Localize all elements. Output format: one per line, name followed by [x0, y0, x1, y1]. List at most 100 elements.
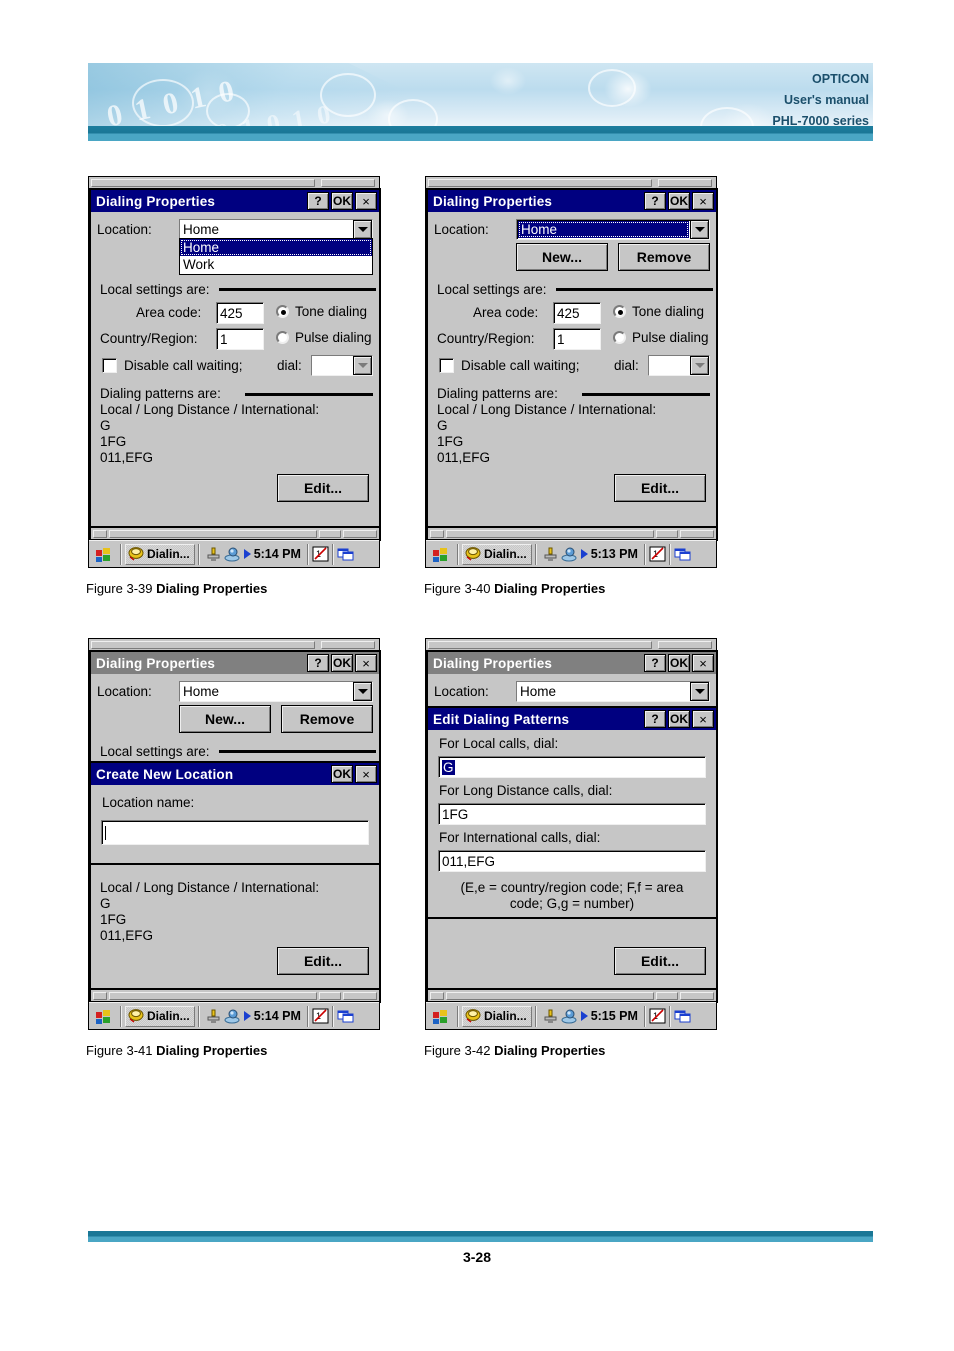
- desktop-windows-icon[interactable]: [337, 1008, 355, 1024]
- pattern-long-distance-value: 1FG: [100, 912, 127, 927]
- chevron-down-icon[interactable]: [353, 220, 372, 239]
- dial-combobox-value: [312, 356, 353, 375]
- chevron-down-icon[interactable]: [690, 220, 709, 239]
- taskbar-task-dialing[interactable]: Dialin...: [125, 1005, 195, 1027]
- area-code-input[interactable]: 425: [553, 302, 601, 324]
- edit-button[interactable]: Edit...: [277, 474, 369, 502]
- disable-call-waiting-checkbox[interactable]: [439, 358, 454, 373]
- ok-button[interactable]: OK: [668, 192, 690, 210]
- close-button[interactable]: ×: [355, 654, 377, 672]
- edit-button[interactable]: Edit...: [614, 947, 706, 975]
- location-combobox[interactable]: Home: [516, 219, 710, 240]
- start-button[interactable]: [91, 1005, 117, 1027]
- tone-dialing-radio[interactable]: Tone dialing: [276, 304, 367, 319]
- pattern-local-value: G: [100, 896, 111, 911]
- location-dropdown-list[interactable]: Home Work: [179, 238, 373, 275]
- edit-button[interactable]: Edit...: [614, 474, 706, 502]
- tray-arrow-icon[interactable]: [580, 1011, 588, 1021]
- clock[interactable]: 5:14 PM: [254, 547, 301, 561]
- ok-button[interactable]: OK: [331, 765, 353, 783]
- chevron-down-icon[interactable]: [690, 356, 709, 375]
- international-calls-input[interactable]: 011,EFG: [438, 850, 706, 872]
- help-button[interactable]: ?: [644, 710, 666, 728]
- clock[interactable]: 5:14 PM: [254, 1009, 301, 1023]
- input-panel-icon[interactable]: 1: [649, 1008, 666, 1024]
- edit-button[interactable]: Edit...: [277, 947, 369, 975]
- ok-button[interactable]: OK: [668, 654, 690, 672]
- taskbar-task-label: Dialin...: [147, 547, 190, 561]
- desktop-windows-icon[interactable]: [674, 546, 692, 562]
- ok-button[interactable]: OK: [331, 654, 353, 672]
- stylus-icon[interactable]: [543, 547, 558, 562]
- remove-location-button[interactable]: Remove: [281, 705, 373, 733]
- taskbar-task-dialing[interactable]: Dialin...: [462, 543, 532, 565]
- chevron-down-icon[interactable]: [690, 682, 709, 701]
- close-button[interactable]: ×: [692, 654, 714, 672]
- network-connection-icon[interactable]: [224, 1009, 241, 1024]
- help-button[interactable]: ?: [644, 192, 666, 210]
- help-button[interactable]: ?: [644, 654, 666, 672]
- close-button[interactable]: ×: [692, 710, 714, 728]
- location-name-input[interactable]: [101, 820, 369, 845]
- location-combobox[interactable]: Home: [179, 219, 373, 240]
- help-button[interactable]: ?: [307, 654, 329, 672]
- clock[interactable]: 5:15 PM: [591, 1009, 638, 1023]
- stylus-icon[interactable]: [206, 1009, 221, 1024]
- new-location-button[interactable]: New...: [179, 705, 271, 733]
- desktop-windows-icon[interactable]: [337, 546, 355, 562]
- figure-caption-3-40: Figure 3-40 Dialing Properties: [424, 581, 605, 596]
- list-item[interactable]: Home: [180, 239, 372, 256]
- dial-combobox[interactable]: [311, 355, 373, 376]
- country-region-input[interactable]: 1: [553, 328, 601, 350]
- input-panel-icon[interactable]: 1: [649, 546, 666, 562]
- local-settings-group-header: Local settings are:: [100, 282, 376, 297]
- stylus-icon[interactable]: [206, 547, 221, 562]
- ok-button[interactable]: OK: [668, 710, 690, 728]
- window-status-strip: [91, 988, 379, 1001]
- dial-combobox[interactable]: [648, 355, 710, 376]
- stylus-icon[interactable]: [543, 1009, 558, 1024]
- taskbar-task-dialing[interactable]: Dialin...: [462, 1005, 532, 1027]
- tray-arrow-icon[interactable]: [243, 1011, 251, 1021]
- close-button[interactable]: ×: [355, 192, 377, 210]
- area-code-input[interactable]: 425: [216, 302, 264, 324]
- location-combobox[interactable]: Home: [516, 681, 710, 702]
- desktop-windows-icon[interactable]: [674, 1008, 692, 1024]
- network-connection-icon[interactable]: [561, 547, 578, 562]
- screenshot-figure-3-41: Dialing Properties ? OK × Location: Home…: [88, 638, 381, 1030]
- tray-arrow-icon[interactable]: [580, 549, 588, 559]
- network-connection-icon[interactable]: [224, 547, 241, 562]
- list-item[interactable]: Work: [180, 256, 372, 273]
- start-button[interactable]: [428, 1005, 454, 1027]
- input-panel-icon[interactable]: 1: [312, 546, 329, 562]
- chevron-down-icon[interactable]: [353, 356, 372, 375]
- network-connection-icon[interactable]: [561, 1009, 578, 1024]
- remove-location-button[interactable]: Remove: [618, 243, 710, 271]
- start-button[interactable]: [91, 543, 117, 565]
- close-button[interactable]: ×: [692, 192, 714, 210]
- titlebar-buttons: ? OK ×: [307, 192, 379, 210]
- pulse-dialing-radio[interactable]: Pulse dialing: [613, 330, 709, 345]
- input-panel-icon[interactable]: 1: [312, 1008, 329, 1024]
- clock[interactable]: 5:13 PM: [591, 547, 638, 561]
- ok-button[interactable]: OK: [331, 192, 353, 210]
- pulse-dialing-radio[interactable]: Pulse dialing: [276, 330, 372, 345]
- new-location-button[interactable]: New...: [516, 243, 608, 271]
- tray-arrow-icon[interactable]: [243, 549, 251, 559]
- taskbar-task-dialing[interactable]: Dialin...: [125, 543, 195, 565]
- dialup-connection-icon: [465, 547, 481, 561]
- location-combobox[interactable]: Home: [179, 681, 373, 702]
- long-distance-calls-input[interactable]: 1FG: [438, 803, 706, 825]
- start-button[interactable]: [428, 543, 454, 565]
- pulse-dialing-label: Pulse dialing: [295, 330, 372, 345]
- location-row: Location: Home: [97, 219, 373, 240]
- disable-call-waiting-checkbox[interactable]: [102, 358, 117, 373]
- disable-call-waiting-label: Disable call waiting;: [461, 358, 580, 373]
- country-region-input[interactable]: 1: [216, 328, 264, 350]
- window-content: Location: Home: [428, 674, 716, 702]
- help-button[interactable]: ?: [307, 192, 329, 210]
- chevron-down-icon[interactable]: [353, 682, 372, 701]
- tone-dialing-radio[interactable]: Tone dialing: [613, 304, 704, 319]
- local-calls-input[interactable]: G: [438, 756, 706, 778]
- close-button[interactable]: ×: [355, 765, 377, 783]
